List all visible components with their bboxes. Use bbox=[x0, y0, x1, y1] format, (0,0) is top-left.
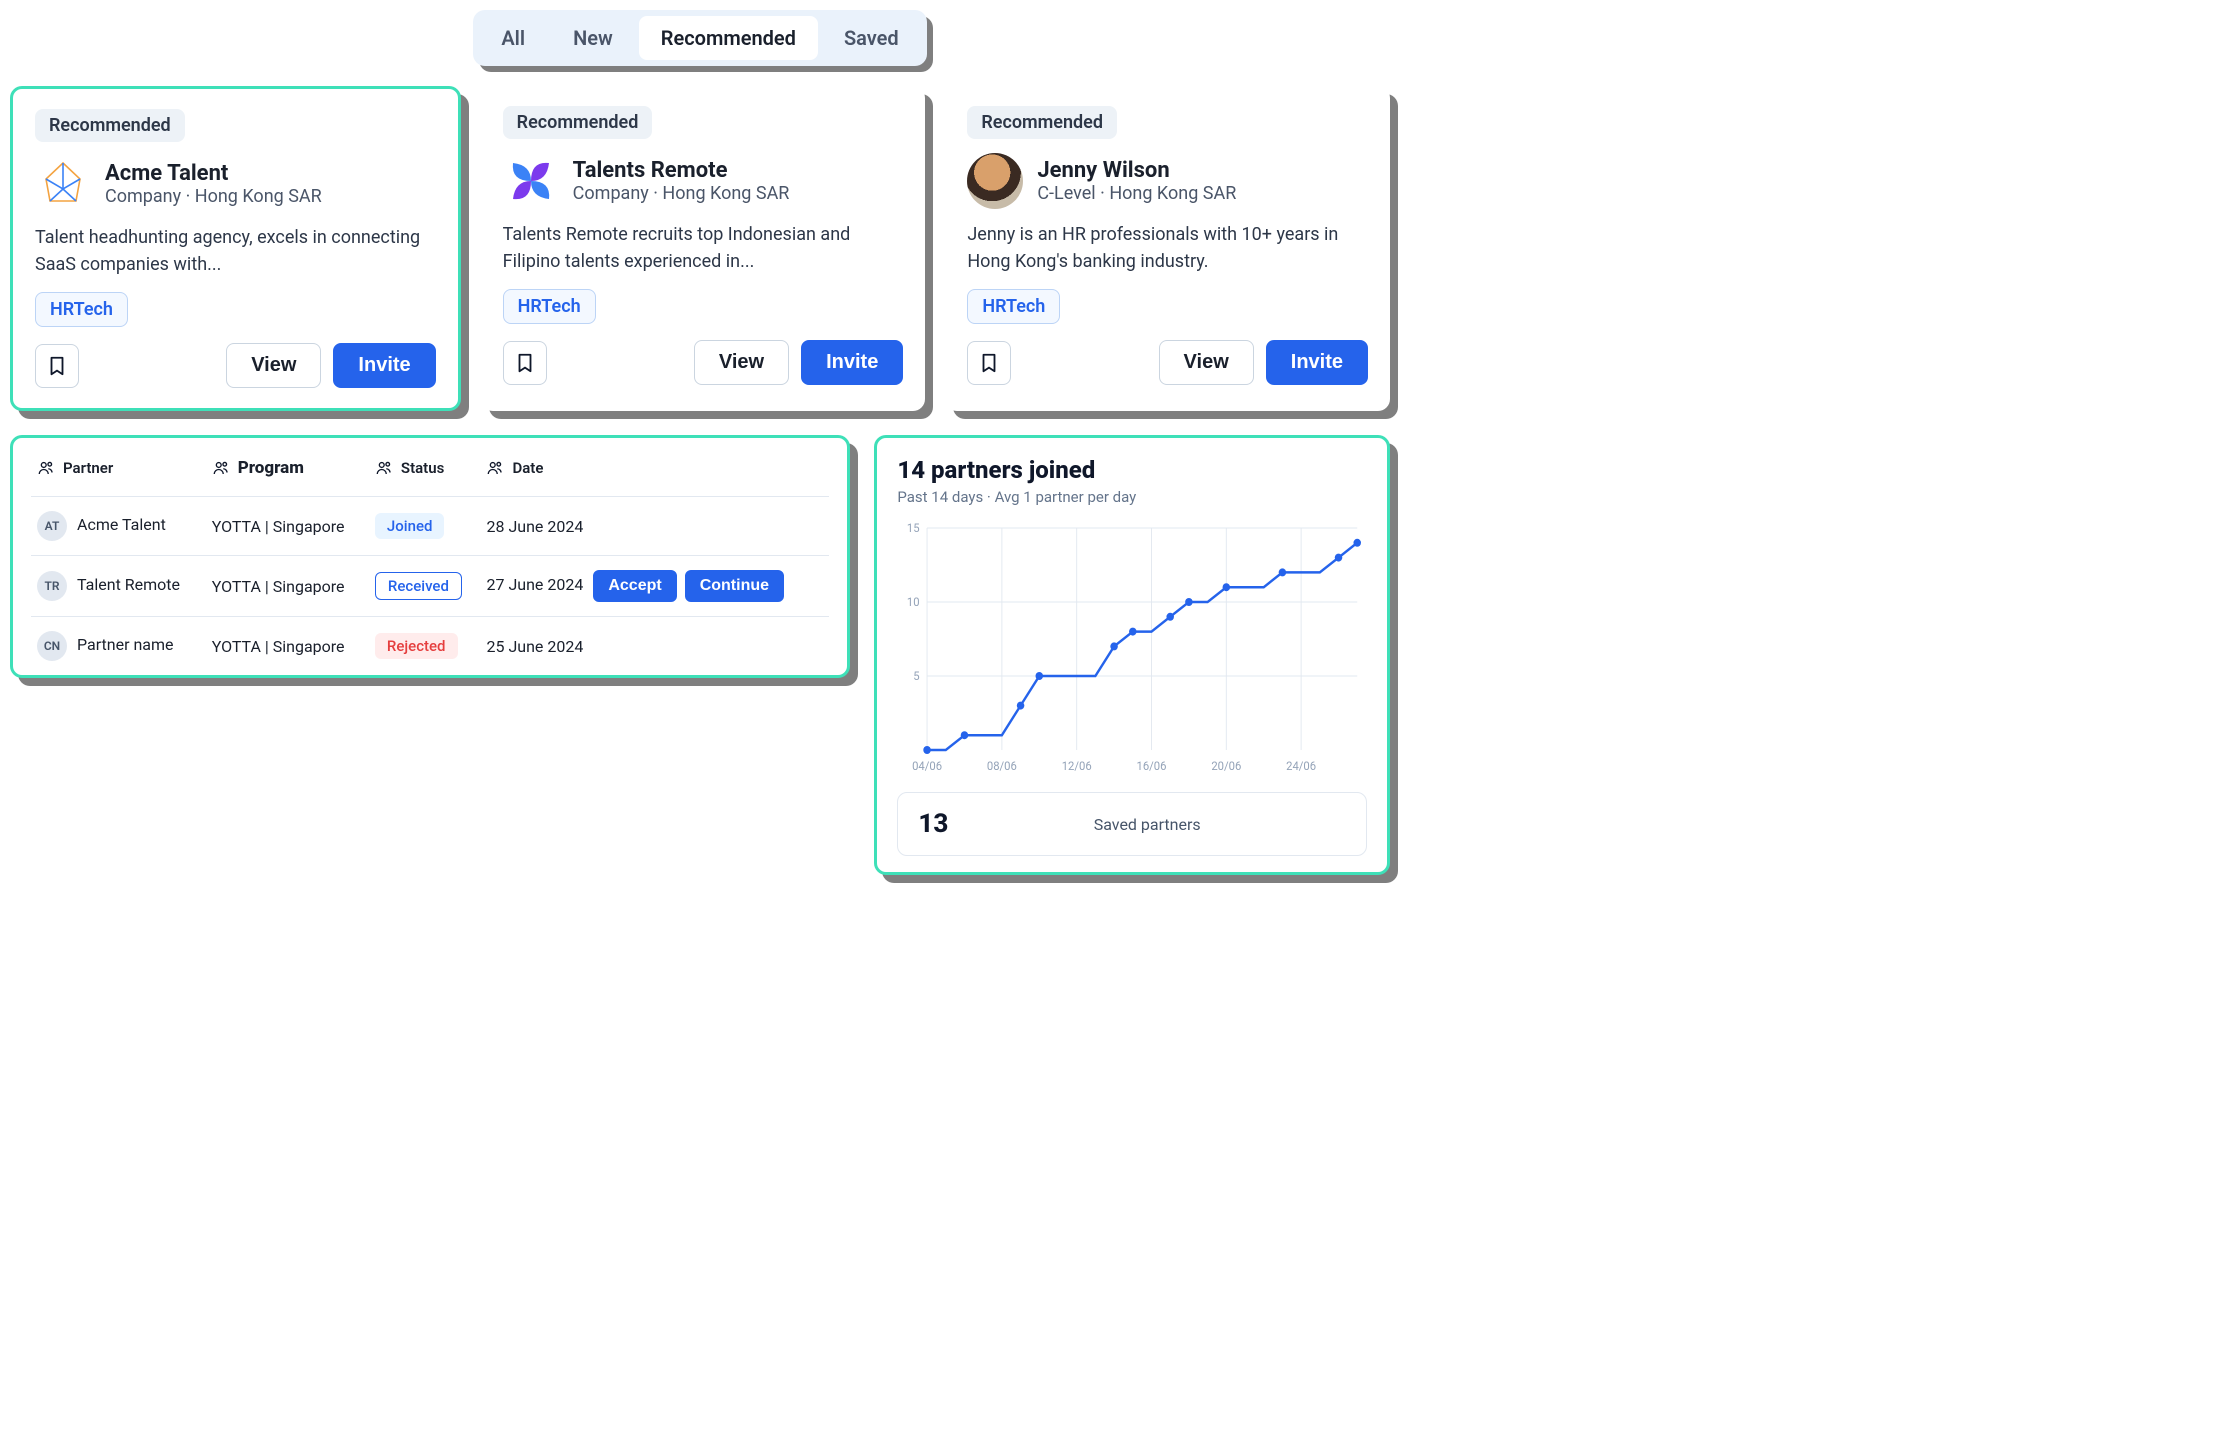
status-badge: Recommended bbox=[503, 106, 653, 139]
status-chip: Joined bbox=[375, 513, 445, 539]
partner-name: Talents Remote bbox=[573, 158, 790, 183]
invite-button[interactable]: Invite bbox=[801, 340, 903, 385]
view-button[interactable]: View bbox=[694, 340, 789, 385]
tab-saved[interactable]: Saved bbox=[822, 16, 921, 60]
col-partner: Partner bbox=[63, 459, 113, 477]
people-icon bbox=[486, 459, 504, 477]
category-tag[interactable]: HRTech bbox=[967, 289, 1060, 324]
bookmark-icon bbox=[514, 352, 536, 374]
category-tag[interactable]: HRTech bbox=[35, 292, 128, 327]
people-icon bbox=[212, 459, 230, 477]
col-status: Status bbox=[401, 459, 444, 477]
partner-initials: CN bbox=[37, 631, 67, 661]
bookmark-button[interactable] bbox=[503, 341, 547, 385]
partners-chart-card: 14 partners joined Past 14 days · Avg 1 … bbox=[874, 435, 1390, 875]
partners-table-card: Partner Program Status Date AT Acme Talen… bbox=[10, 435, 850, 678]
bookmark-icon bbox=[978, 352, 1000, 374]
partner-subtitle: Company · Hong Kong SAR bbox=[573, 183, 790, 204]
tab-recommended[interactable]: Recommended bbox=[639, 16, 818, 60]
bookmark-icon bbox=[46, 355, 68, 377]
date-cell: 27 June 2024 bbox=[486, 575, 583, 594]
recommendation-cards: Recommended Acme Talent Company · Hong K… bbox=[10, 86, 1390, 411]
status-badge: Recommended bbox=[967, 106, 1117, 139]
partner-description: Jenny is an HR professionals with 10+ ye… bbox=[967, 221, 1368, 275]
partner-card: Recommended Talents Remote Company · Hon… bbox=[481, 86, 926, 411]
program-cell: YOTTA | Singapore bbox=[206, 497, 369, 556]
table-row[interactable]: AT Acme Talent YOTTA | SingaporeJoined 28 J… bbox=[31, 497, 829, 556]
partner-name-cell: Talent Remote bbox=[77, 575, 180, 594]
bookmark-button[interactable] bbox=[35, 344, 79, 388]
svg-text:08/06: 08/06 bbox=[987, 759, 1017, 773]
filter-tab-bar: All New Recommended Saved bbox=[473, 10, 926, 66]
status-badge: Recommended bbox=[35, 109, 185, 142]
view-button[interactable]: View bbox=[1159, 340, 1254, 385]
invite-button[interactable]: Invite bbox=[333, 343, 435, 388]
svg-text:5: 5 bbox=[914, 669, 921, 683]
partner-card: Recommended Acme Talent Company · Hong K… bbox=[10, 86, 461, 411]
status-chip: Rejected bbox=[375, 633, 458, 659]
program-cell: YOTTA | Singapore bbox=[206, 617, 369, 676]
partner-subtitle: Company · Hong Kong SAR bbox=[105, 186, 322, 207]
date-cell: 28 June 2024 bbox=[486, 517, 583, 536]
status-chip: Received bbox=[375, 572, 462, 600]
table-row[interactable]: TR Talent Remote YOTTA | SingaporeReceived… bbox=[31, 556, 829, 617]
svg-text:16/06: 16/06 bbox=[1137, 759, 1167, 773]
partner-initials: TR bbox=[37, 571, 67, 601]
partner-name: Acme Talent bbox=[105, 161, 322, 186]
partner-name-cell: Partner name bbox=[77, 635, 174, 654]
col-date: Date bbox=[512, 459, 543, 477]
continue-button[interactable]: Continue bbox=[685, 570, 784, 602]
saved-partners-stat: 13 Saved partners bbox=[897, 792, 1367, 856]
people-icon bbox=[37, 459, 55, 477]
stat-value: 13 bbox=[918, 809, 948, 839]
tab-all[interactable]: All bbox=[479, 16, 547, 60]
tab-new[interactable]: New bbox=[551, 16, 635, 60]
svg-text:15: 15 bbox=[907, 521, 920, 535]
col-program: Program bbox=[238, 458, 304, 478]
partner-card: Recommended Jenny Wilson C-Level · Hong … bbox=[945, 86, 1390, 411]
category-tag[interactable]: HRTech bbox=[503, 289, 596, 324]
partner-description: Talent headhunting agency, excels in con… bbox=[35, 224, 436, 278]
svg-text:10: 10 bbox=[907, 595, 920, 609]
chart-subtitle: Past 14 days · Avg 1 partner per day bbox=[897, 488, 1367, 506]
chart-title: 14 partners joined bbox=[897, 456, 1367, 484]
partner-name: Jenny Wilson bbox=[1037, 158, 1236, 183]
partners-table: Partner Program Status Date AT Acme Talen… bbox=[31, 442, 829, 675]
avatar bbox=[967, 153, 1023, 209]
svg-text:24/06: 24/06 bbox=[1287, 759, 1317, 773]
company-logo bbox=[503, 153, 559, 209]
table-row[interactable]: CN Partner name YOTTA | SingaporeRejected 2… bbox=[31, 617, 829, 676]
svg-text:20/06: 20/06 bbox=[1212, 759, 1242, 773]
partner-subtitle: C-Level · Hong Kong SAR bbox=[1037, 183, 1236, 204]
invite-button[interactable]: Invite bbox=[1266, 340, 1368, 385]
date-cell: 25 June 2024 bbox=[486, 637, 583, 656]
stat-label: Saved partners bbox=[948, 815, 1346, 834]
svg-text:04/06: 04/06 bbox=[912, 759, 942, 773]
svg-text:12/06: 12/06 bbox=[1062, 759, 1092, 773]
people-icon bbox=[375, 459, 393, 477]
accept-button[interactable]: Accept bbox=[593, 570, 676, 602]
bookmark-button[interactable] bbox=[967, 341, 1011, 385]
company-logo bbox=[35, 156, 91, 212]
partner-name-cell: Acme Talent bbox=[77, 515, 166, 534]
partner-description: Talents Remote recruits top Indonesian a… bbox=[503, 221, 904, 275]
partner-initials: AT bbox=[37, 511, 67, 541]
view-button[interactable]: View bbox=[226, 343, 321, 388]
line-chart: 5 10 15 04/06 08/06 12/06 16/06 20/06 24/06 bbox=[897, 518, 1367, 778]
program-cell: YOTTA | Singapore bbox=[206, 556, 369, 617]
